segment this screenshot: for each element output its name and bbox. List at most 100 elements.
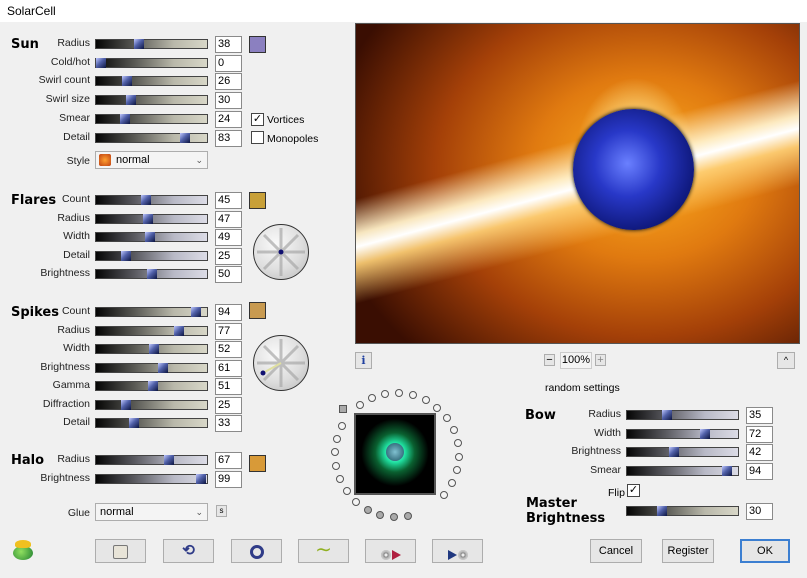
slider-thumb[interactable] xyxy=(721,466,732,477)
bow-width-slider[interactable] xyxy=(626,428,739,439)
spikes-color-swatch[interactable] xyxy=(249,302,266,319)
preset-slot[interactable] xyxy=(454,452,463,461)
slider-thumb[interactable] xyxy=(120,113,131,124)
load-preset-button[interactable] xyxy=(365,539,416,563)
reset-button[interactable] xyxy=(231,539,282,563)
sun-smear-slider[interactable] xyxy=(95,113,208,124)
slider-thumb[interactable] xyxy=(126,95,137,106)
sun-smear-value[interactable]: 24 xyxy=(215,110,242,128)
sun-detail-slider[interactable] xyxy=(95,132,208,143)
bow-width-value[interactable]: 72 xyxy=(746,425,773,443)
preset-slot[interactable] xyxy=(389,512,398,521)
sun-cold-hot-value[interactable]: 0 xyxy=(215,54,242,72)
slider-thumb[interactable] xyxy=(699,428,710,439)
flares-radius-slider[interactable] xyxy=(95,213,208,224)
bow-radius-slider[interactable] xyxy=(626,410,739,420)
slider-thumb[interactable] xyxy=(96,57,106,68)
sun-color-swatch[interactable] xyxy=(249,36,266,53)
spikes-brightness-slider[interactable] xyxy=(95,362,208,373)
flares-brightness-value[interactable]: 50 xyxy=(215,266,242,283)
spikes-brightness-value[interactable]: 61 xyxy=(215,359,242,377)
slider-thumb[interactable] xyxy=(195,474,206,484)
halo-brightness-value[interactable]: 99 xyxy=(215,471,242,488)
spikes-diffraction-value[interactable]: 25 xyxy=(215,396,242,414)
spikes-gamma-slider[interactable] xyxy=(95,381,208,391)
flares-width-value[interactable]: 49 xyxy=(215,229,242,246)
bow-smear-slider[interactable] xyxy=(626,466,739,477)
flares-radius-value[interactable]: 47 xyxy=(215,210,242,228)
cancel-button[interactable]: Cancel xyxy=(590,539,642,563)
slider-thumb[interactable] xyxy=(662,410,673,420)
halo-radius-value[interactable]: 67 xyxy=(215,452,242,469)
sun-cold-hot-slider[interactable] xyxy=(95,57,208,68)
preset-slot[interactable] xyxy=(352,497,361,506)
slider-thumb[interactable] xyxy=(147,381,158,391)
sun-swirl-size-slider[interactable] xyxy=(95,95,208,106)
slider-thumb[interactable] xyxy=(190,307,201,317)
spikes-radius-slider[interactable] xyxy=(95,325,208,336)
master-brightness-slider[interactable] xyxy=(626,506,739,516)
slider-thumb[interactable] xyxy=(141,195,152,205)
bow-brightness-value[interactable]: 42 xyxy=(746,444,773,462)
sun-swirl-size-value[interactable]: 30 xyxy=(215,92,242,110)
bow-radius-value[interactable]: 35 xyxy=(746,407,773,424)
flares-count-slider[interactable] xyxy=(95,195,208,205)
slider-thumb[interactable] xyxy=(657,506,667,516)
spikes-detail-value[interactable]: 33 xyxy=(215,415,242,432)
sun-radius-slider[interactable] xyxy=(95,39,208,49)
zoom-out-button[interactable]: − xyxy=(544,354,555,366)
slider-thumb[interactable] xyxy=(121,250,132,261)
spikes-gamma-value[interactable]: 51 xyxy=(215,378,242,395)
preset-slot[interactable] xyxy=(376,510,385,519)
flares-color-swatch[interactable] xyxy=(249,192,266,209)
slider-thumb[interactable] xyxy=(179,132,190,143)
flares-count-value[interactable]: 45 xyxy=(215,192,242,209)
spikes-width-value[interactable]: 52 xyxy=(215,341,242,358)
preset-slot[interactable] xyxy=(408,391,417,400)
preset-slot[interactable] xyxy=(363,505,372,514)
flares-detail-value[interactable]: 25 xyxy=(215,247,242,265)
spikes-detail-slider[interactable] xyxy=(95,418,208,428)
preset-slot[interactable] xyxy=(433,403,442,412)
glue-select[interactable]: normal ⌄ xyxy=(95,503,208,521)
preset-slot[interactable] xyxy=(442,413,451,422)
info-button[interactable]: i xyxy=(355,352,372,369)
preset-slot[interactable] xyxy=(421,396,430,405)
sun-radius-value[interactable]: 38 xyxy=(215,36,242,53)
sun-swirl-count-slider[interactable] xyxy=(95,76,208,87)
bow-brightness-slider[interactable] xyxy=(626,447,739,458)
save-preset-button[interactable] xyxy=(432,539,483,563)
slider-thumb[interactable] xyxy=(129,418,140,428)
flares-detail-slider[interactable] xyxy=(95,250,208,261)
zoom-in-button[interactable]: + xyxy=(595,354,606,366)
flares-brightness-slider[interactable] xyxy=(95,269,208,279)
slider-thumb[interactable] xyxy=(173,325,184,336)
spikes-count-value[interactable]: 94 xyxy=(215,304,242,321)
slider-thumb[interactable] xyxy=(148,344,159,354)
slider-thumb[interactable] xyxy=(669,447,680,458)
slider-thumb[interactable] xyxy=(134,39,145,49)
spikes-angle-dial[interactable] xyxy=(253,335,309,391)
spikes-count-slider[interactable] xyxy=(95,307,208,317)
flip-checkbox[interactable]: ✓ xyxy=(627,484,640,497)
collapse-button[interactable]: ^ xyxy=(777,352,795,369)
undo-button[interactable]: ⟲ xyxy=(163,539,214,563)
ok-button[interactable]: OK xyxy=(740,539,790,563)
master-brightness-value[interactable]: 30 xyxy=(746,503,773,520)
preset-slot[interactable] xyxy=(333,434,342,443)
slider-thumb[interactable] xyxy=(157,362,168,373)
slider-thumb[interactable] xyxy=(143,213,154,224)
slider-thumb[interactable] xyxy=(122,76,133,87)
bow-smear-value[interactable]: 94 xyxy=(746,463,773,481)
preset-slot[interactable] xyxy=(449,425,458,434)
preset-slot[interactable] xyxy=(403,512,412,521)
spikes-radius-value[interactable]: 77 xyxy=(215,322,242,340)
glue-s-button[interactable]: s xyxy=(216,505,227,517)
spikes-diffraction-slider[interactable] xyxy=(95,399,208,410)
wave-button[interactable]: ∼ xyxy=(298,539,349,563)
monopoles-checkbox[interactable] xyxy=(251,131,264,144)
slider-thumb[interactable] xyxy=(163,455,174,465)
style-select[interactable]: normal ⌄ xyxy=(95,151,208,169)
slider-thumb[interactable] xyxy=(121,399,132,410)
randomize-button[interactable] xyxy=(95,539,146,563)
